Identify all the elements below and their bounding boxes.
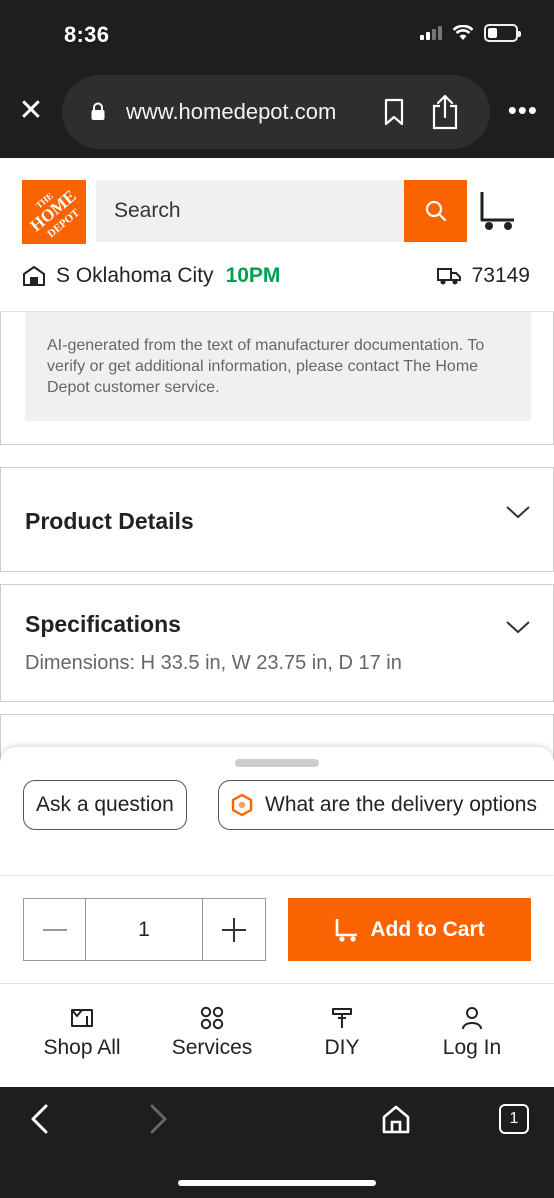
delivery-options-label: What are the delivery options	[265, 793, 537, 816]
search-icon	[425, 200, 446, 222]
specifications-title: Specifications	[25, 611, 181, 637]
back-icon[interactable]	[28, 1104, 52, 1134]
home-depot-logo[interactable]: THE HOME DEPOT	[22, 180, 86, 244]
status-icons	[420, 24, 521, 42]
home-icon[interactable]	[380, 1104, 412, 1134]
nav-label: Services	[171, 1036, 253, 1059]
search-placeholder: Search	[114, 199, 181, 222]
question-sheet: Ask a question What are the delivery opt…	[0, 747, 554, 875]
nav-diy[interactable]: DIY	[277, 1006, 407, 1060]
ai-disclaimer: AI-generated from the text of manufactur…	[25, 312, 531, 421]
chevron-down-icon	[506, 506, 530, 519]
add-to-cart-label: Add to Cart	[370, 917, 485, 941]
plus-icon	[222, 917, 246, 942]
store-icon	[23, 266, 45, 286]
close-tab-button[interactable]: ✕	[16, 96, 46, 126]
diy-icon	[332, 1008, 352, 1028]
more-options-button[interactable]: •••	[508, 97, 538, 123]
ai-summary-panel: AI-generated from the text of manufactur…	[0, 312, 554, 445]
bookmark-icon[interactable]	[382, 98, 406, 126]
ask-question-label: Ask a question	[36, 793, 174, 816]
nav-services[interactable]: Services	[147, 1006, 277, 1060]
store-close-time: 10PM	[225, 264, 281, 287]
search-button[interactable]	[404, 180, 467, 242]
nav-label: Log In	[442, 1036, 502, 1059]
share-icon[interactable]	[430, 94, 460, 130]
decrease-quantity-button[interactable]	[24, 899, 86, 960]
product-details-accordion[interactable]: Product Details	[0, 467, 554, 572]
minus-icon	[42, 928, 67, 931]
battery-icon	[484, 24, 521, 42]
quantity-input[interactable]: 1	[86, 899, 203, 960]
product-details-title: Product Details	[25, 508, 194, 534]
zip-code: 73149	[471, 264, 530, 287]
chevron-down-icon	[506, 621, 530, 634]
increase-quantity-button[interactable]	[203, 899, 265, 960]
magic-hexagon-icon	[231, 793, 253, 817]
delivery-options-chip[interactable]: What are the delivery options	[218, 780, 554, 830]
truck-icon	[436, 268, 461, 285]
services-icon	[200, 1006, 224, 1030]
status-time: 8:36	[64, 22, 110, 47]
lock-icon	[91, 102, 105, 120]
nav-log-in[interactable]: Log In	[407, 1006, 537, 1060]
address-bar[interactable]: www.homedepot.com	[62, 75, 490, 149]
wifi-icon	[452, 25, 474, 40]
tabs-button[interactable]: 1	[499, 1104, 529, 1134]
cart-icon	[336, 918, 358, 942]
signal-icon	[420, 26, 442, 40]
nav-label: Shop All	[43, 1036, 121, 1059]
specifications-summary: Dimensions: H 33.5 in, W 23.75 in, D 17 …	[25, 652, 402, 674]
url-text: www.homedepot.com	[126, 99, 337, 124]
specifications-accordion[interactable]: Specifications Dimensions: H 33.5 in, W …	[0, 584, 554, 702]
cart-icon[interactable]	[478, 190, 518, 232]
delivery-zip[interactable]: 73149	[436, 264, 530, 288]
home-indicator[interactable]	[178, 1180, 376, 1186]
sheet-grabber[interactable]	[235, 759, 319, 767]
forward-icon[interactable]	[146, 1104, 170, 1134]
store-name: S Oklahoma City	[56, 264, 214, 287]
quantity-stepper: 1	[23, 898, 266, 961]
shop-all-icon	[71, 1009, 93, 1027]
store-selector[interactable]: S Oklahoma City 10PM	[22, 264, 280, 288]
search-input[interactable]: Search	[96, 180, 406, 242]
nav-shop-all[interactable]: Shop All	[17, 1006, 147, 1060]
ask-question-chip[interactable]: Ask a question	[23, 780, 187, 830]
add-to-cart-button[interactable]: Add to Cart	[288, 898, 531, 961]
user-icon	[462, 1007, 482, 1030]
nav-label: DIY	[324, 1036, 360, 1059]
